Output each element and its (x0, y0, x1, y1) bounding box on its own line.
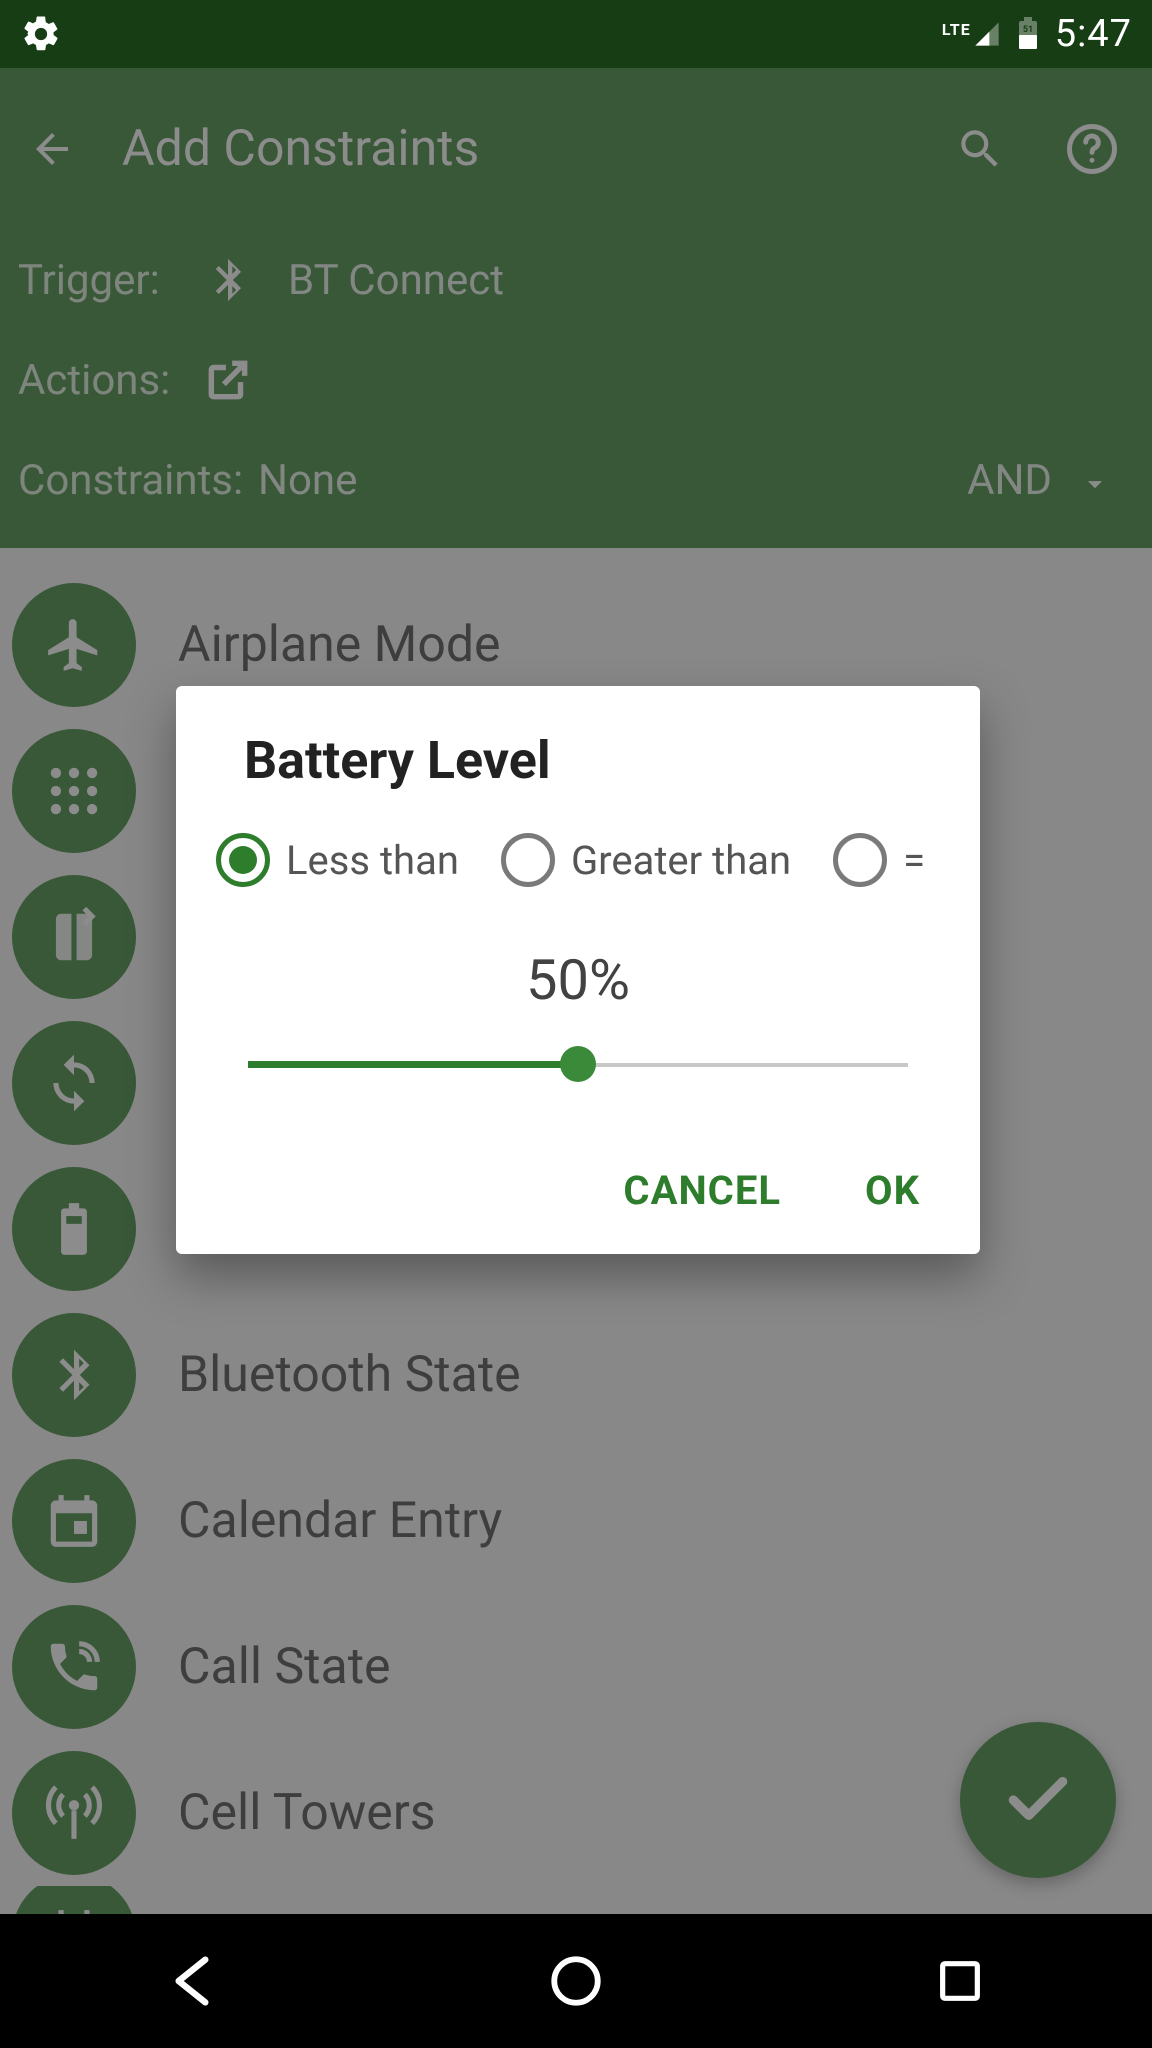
radio-button-icon (216, 833, 270, 887)
radio-greater-than[interactable]: Greater than (501, 833, 791, 887)
nav-recent[interactable] (916, 1937, 1004, 2025)
nav-back[interactable] (148, 1937, 236, 2025)
radio-button-icon (833, 833, 887, 887)
status-time: 5:47 (1055, 12, 1132, 56)
battery-slider[interactable] (248, 1047, 908, 1083)
battery-level-dialog: Battery Level Less than Greater than = 5… (176, 686, 980, 1254)
cancel-button[interactable]: CANCEL (623, 1167, 781, 1214)
dialog-title: Battery Level (176, 686, 980, 791)
slider-thumb[interactable] (560, 1046, 596, 1082)
battery-status-icon: 51 (1015, 17, 1041, 51)
status-bar: LTE 51 5:47 (0, 0, 1152, 68)
gear-icon (20, 13, 62, 55)
ok-button[interactable]: OK (865, 1167, 920, 1214)
nav-home[interactable] (532, 1937, 620, 2025)
radio-equals[interactable]: = (833, 833, 925, 887)
signal-icon (973, 20, 1001, 48)
network-lte: LTE (942, 20, 1001, 48)
slider-value-label: 50% (176, 947, 980, 1013)
android-nav-bar (0, 1914, 1152, 2048)
svg-text:51: 51 (1023, 25, 1033, 35)
radio-button-icon (501, 833, 555, 887)
radio-less-than[interactable]: Less than (216, 833, 459, 887)
